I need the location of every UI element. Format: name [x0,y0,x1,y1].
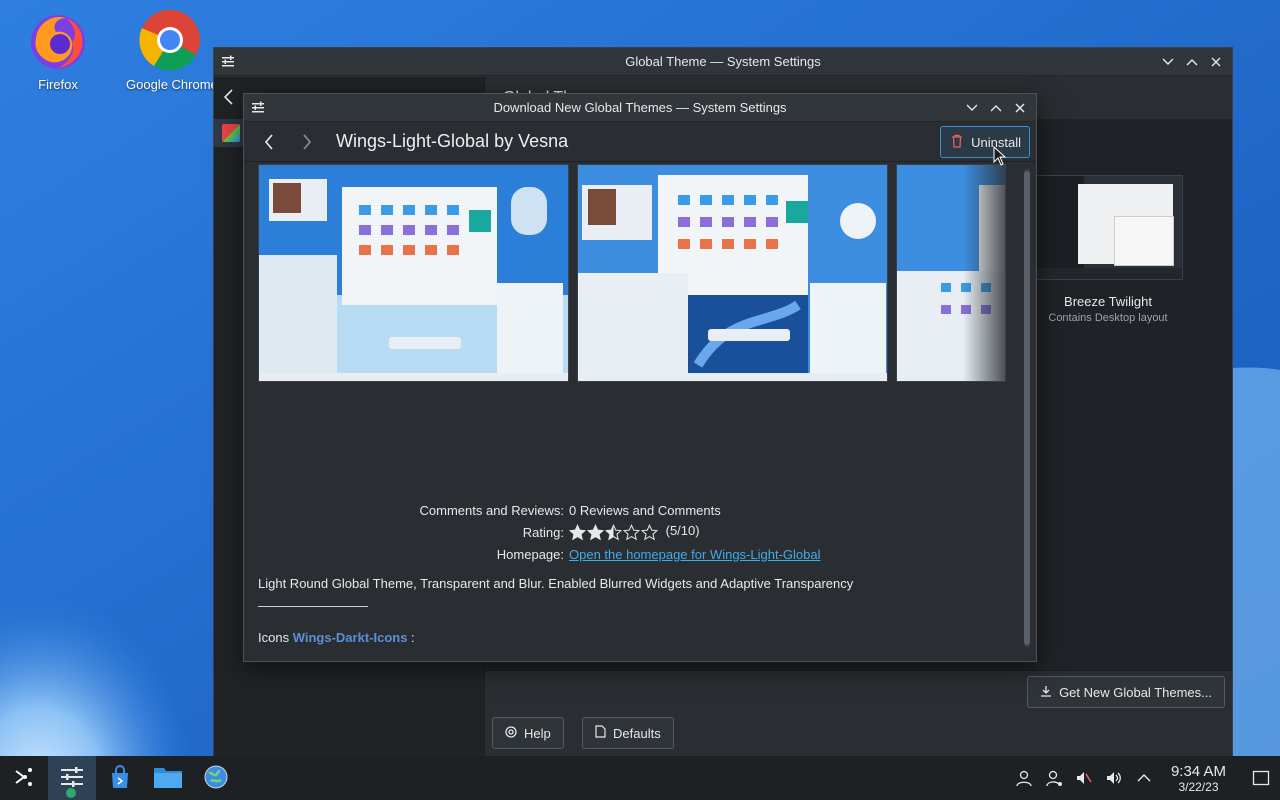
item-details: Comments and Reviews: 0 Reviews and Comm… [244,499,1020,565]
close-button[interactable] [1206,52,1226,72]
detail-nav-bar: Wings-Light-Global by Vesna Uninstall [244,122,1036,162]
user-switch-icon[interactable] [1043,767,1065,789]
forward-arrow-icon[interactable] [292,127,322,157]
theme-name: Breeze Twilight [1064,294,1152,309]
system-settings-icon [214,48,242,76]
star-icon [569,523,586,540]
clock-date: 3/22/23 [1178,779,1219,794]
globe-icon [203,764,229,793]
star-icon [605,523,622,540]
taskbar-file-manager[interactable] [144,756,192,800]
help-icon [505,725,517,741]
clock[interactable]: 9:34 AM 3/22/23 [1171,763,1226,794]
close-button[interactable] [1010,98,1030,118]
appearance-icon [222,124,240,142]
theme-screenshot-3[interactable] [896,164,1006,382]
launcher-icon [12,765,36,792]
theme-description: Contains Desktop layout [1048,312,1168,324]
running-indicator-icon [66,788,76,798]
volume-icon[interactable] [1103,767,1125,789]
back-arrow-icon[interactable] [222,88,236,109]
defaults-button[interactable]: Defaults [582,717,674,749]
desktop-icon-label: Google Chrome [126,77,214,92]
theme-card-breeze-twilight[interactable]: Breeze Twilight Contains Desktop layout [1033,175,1183,324]
comments-key: Comments and Reviews: [419,502,565,518]
description-divider [258,606,368,607]
help-button[interactable]: Help [492,717,564,749]
chevron-up-icon[interactable] [1133,767,1155,789]
maximize-button[interactable] [986,98,1006,118]
theme-screenshot-2[interactable] [577,164,888,382]
theme-screenshot-1[interactable] [258,164,569,382]
back-arrow-icon[interactable] [254,127,284,157]
star-icon [587,523,604,540]
rating-key: Rating: [522,524,564,540]
document-icon [595,725,606,741]
icons-suffix: : [407,630,415,645]
desktop-icon-label: Firefox [38,77,78,92]
mouse-cursor-icon [993,145,1007,169]
star-icon [641,523,658,540]
window-titlebar[interactable]: Global Theme — System Settings [214,48,1232,76]
icons-link[interactable]: Wings-Darkt-Icons [293,630,408,645]
star-icon [623,523,640,540]
store-bag-icon [107,764,133,793]
taskbar: 9:34 AM 3/22/23 [0,756,1280,800]
rating-value: (5/10) [665,523,700,539]
application-launcher[interactable] [0,756,48,800]
get-new-themes-label: Get New Global Themes... [1059,684,1212,700]
get-new-themes-button[interactable]: Get New Global Themes... [1027,676,1225,708]
minimize-button[interactable] [1158,52,1178,72]
firefox-icon [26,8,90,72]
user-icon[interactable] [1013,767,1035,789]
comments-value: 0 Reviews and Comments [569,502,721,518]
download-icon [1040,685,1052,700]
download-themes-dialog: Download New Global Themes — System Sett… [243,93,1037,662]
maximize-button[interactable] [1182,52,1202,72]
vertical-scrollbar[interactable] [1024,169,1030,647]
rating-value-container: (5/10) [569,523,700,540]
show-desktop-icon[interactable] [1250,767,1272,789]
system-settings-icon [244,94,272,122]
chrome-icon [138,8,202,72]
icons-prefix: Icons [258,630,290,645]
theme-preview-thumbnail [1033,175,1183,280]
minimize-button[interactable] [962,98,982,118]
system-tray: 9:34 AM 3/22/23 [1013,763,1280,794]
homepage-key: Homepage: [496,546,564,562]
desktop-icon-chrome[interactable]: Google Chrome [126,8,214,92]
item-description: Light Round Global Theme, Transparent an… [258,576,854,591]
scrollbar-thumb[interactable] [1024,171,1030,645]
desktop-icon-firefox[interactable]: Firefox [10,8,106,92]
homepage-link[interactable]: Open the homepage for Wings-Light-Global [569,547,820,562]
defaults-label: Defaults [613,725,661,741]
clock-time: 9:34 AM [1170,762,1226,780]
taskbar-browser[interactable] [192,756,240,800]
window-title: Global Theme — System Settings [625,54,821,69]
help-label: Help [524,725,551,741]
dialog-titlebar[interactable]: Download New Global Themes — System Sett… [244,94,1036,122]
icons-line: Icons Wings-Darkt-Icons : [258,630,415,645]
item-title: Wings-Light-Global by Vesna [336,131,569,151]
taskbar-system-settings[interactable] [48,756,96,800]
trash-icon [951,134,963,151]
folder-icon [153,764,183,793]
taskbar-discover[interactable] [96,756,144,800]
back-footer: Get New Global Themes... Help Defaults [485,670,1232,756]
microphone-muted-icon[interactable] [1073,767,1095,789]
dialog-title: Download New Global Themes — System Sett… [493,100,787,115]
uninstall-button[interactable]: Uninstall [940,126,1030,158]
rating-stars [569,523,658,541]
